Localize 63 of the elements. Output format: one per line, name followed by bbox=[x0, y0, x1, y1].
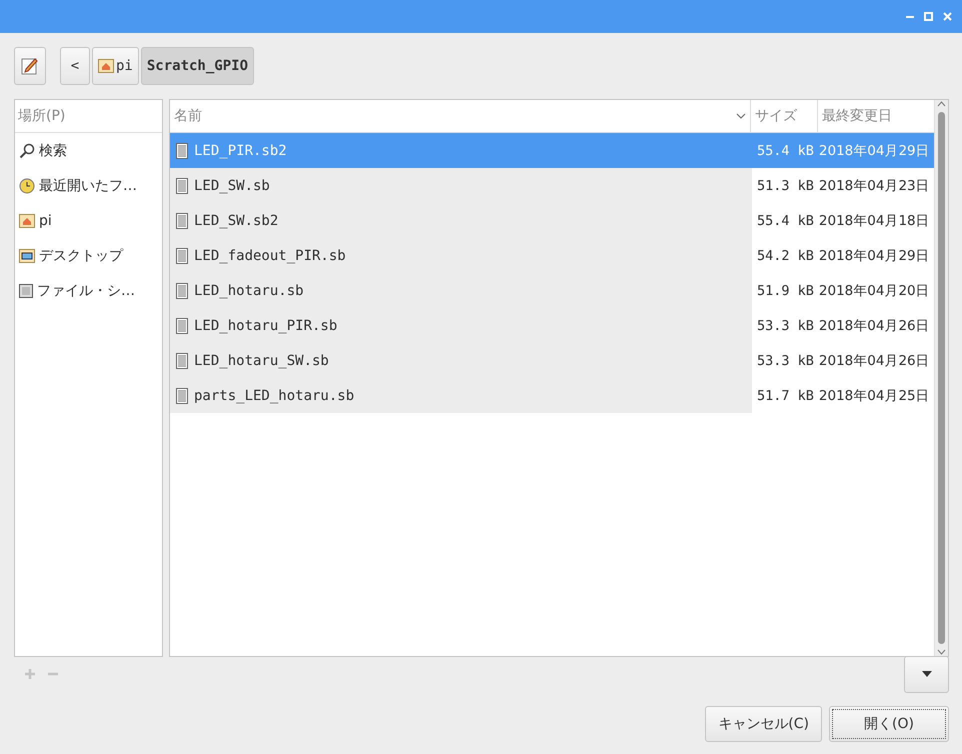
places-heading: 場所(P) bbox=[15, 100, 162, 133]
back-button[interactable]: < bbox=[60, 47, 90, 85]
file-name: LED_fadeout_PIR.sb bbox=[194, 248, 346, 264]
file-icon bbox=[176, 282, 188, 298]
file-date: 2018年04月23日 bbox=[818, 176, 930, 194]
file-date: 2018年04月20日 bbox=[818, 282, 930, 300]
file-size: 51.7 kB bbox=[756, 388, 814, 404]
file-name: LED_hotaru_SW.sb bbox=[194, 352, 329, 368]
file-icon bbox=[176, 388, 188, 404]
scroll-up-icon[interactable] bbox=[937, 100, 946, 108]
scroll-down-icon[interactable] bbox=[937, 648, 946, 656]
file-icon bbox=[176, 352, 188, 368]
home-folder-icon bbox=[19, 214, 35, 228]
open-button[interactable]: 開く(O) bbox=[829, 706, 949, 742]
path-button[interactable]: Scratch_GPIO bbox=[140, 47, 254, 85]
file-name: LED_hotaru.sb bbox=[194, 282, 304, 298]
file-name: LED_hotaru_PIR.sb bbox=[194, 318, 338, 334]
filter-dropdown[interactable] bbox=[904, 656, 949, 692]
column-header[interactable]: 最終変更日 bbox=[818, 100, 934, 132]
column-header[interactable]: 名前 bbox=[170, 100, 751, 132]
file-size: 51.9 kB bbox=[756, 282, 814, 298]
maximize-icon[interactable] bbox=[924, 12, 933, 21]
file-date: 2018年04月26日 bbox=[818, 352, 930, 370]
caret-icon bbox=[922, 671, 932, 677]
note-pencil-icon bbox=[21, 57, 39, 75]
search-icon bbox=[19, 142, 35, 158]
clock-icon bbox=[19, 178, 35, 194]
home-folder-icon bbox=[98, 59, 114, 73]
file-icon bbox=[176, 248, 188, 264]
edit-location-button[interactable] bbox=[14, 47, 46, 85]
minimize-icon[interactable] bbox=[906, 15, 914, 18]
file-icon bbox=[176, 318, 188, 334]
drive-icon bbox=[19, 284, 33, 298]
place-item[interactable]: 最近開いたフ… bbox=[15, 168, 162, 203]
file-date: 2018年04月29日 bbox=[818, 142, 930, 160]
file-name: parts_LED_hotaru.sb bbox=[194, 388, 354, 404]
cancel-button[interactable]: キャンセル(C) bbox=[705, 706, 822, 742]
column-header[interactable]: サイズ bbox=[751, 100, 818, 132]
place-item[interactable]: ファイル・シ… bbox=[15, 273, 162, 308]
chevron-down-icon bbox=[736, 113, 746, 119]
file-name: LED_PIR.sb2 bbox=[194, 142, 287, 158]
file-icon bbox=[176, 212, 188, 228]
file-date: 2018年04月29日 bbox=[818, 246, 930, 264]
path-button[interactable]: pi bbox=[92, 47, 139, 85]
file-size: 55.4 kB bbox=[756, 142, 814, 158]
file-size: 53.3 kB bbox=[756, 318, 814, 334]
file-date: 2018年04月18日 bbox=[818, 212, 930, 230]
place-item[interactable]: 検索 bbox=[15, 133, 162, 168]
file-icon bbox=[176, 178, 188, 194]
file-size: 54.2 kB bbox=[756, 248, 814, 264]
close-icon[interactable] bbox=[943, 12, 952, 21]
place-item[interactable]: デスクトップ bbox=[15, 238, 162, 273]
desktop-icon bbox=[19, 248, 35, 262]
file-size: 55.4 kB bbox=[756, 212, 814, 228]
file-size: 51.3 kB bbox=[756, 178, 814, 194]
file-date: 2018年04月26日 bbox=[818, 316, 930, 334]
file-icon bbox=[176, 142, 188, 158]
place-item[interactable]: pi bbox=[15, 203, 162, 238]
file-name: LED_SW.sb2 bbox=[194, 212, 278, 228]
scrollbar[interactable] bbox=[934, 100, 948, 656]
file-size: 53.3 kB bbox=[756, 352, 814, 368]
file-date: 2018年04月25日 bbox=[818, 386, 930, 404]
file-name: LED_SW.sb bbox=[194, 178, 270, 194]
